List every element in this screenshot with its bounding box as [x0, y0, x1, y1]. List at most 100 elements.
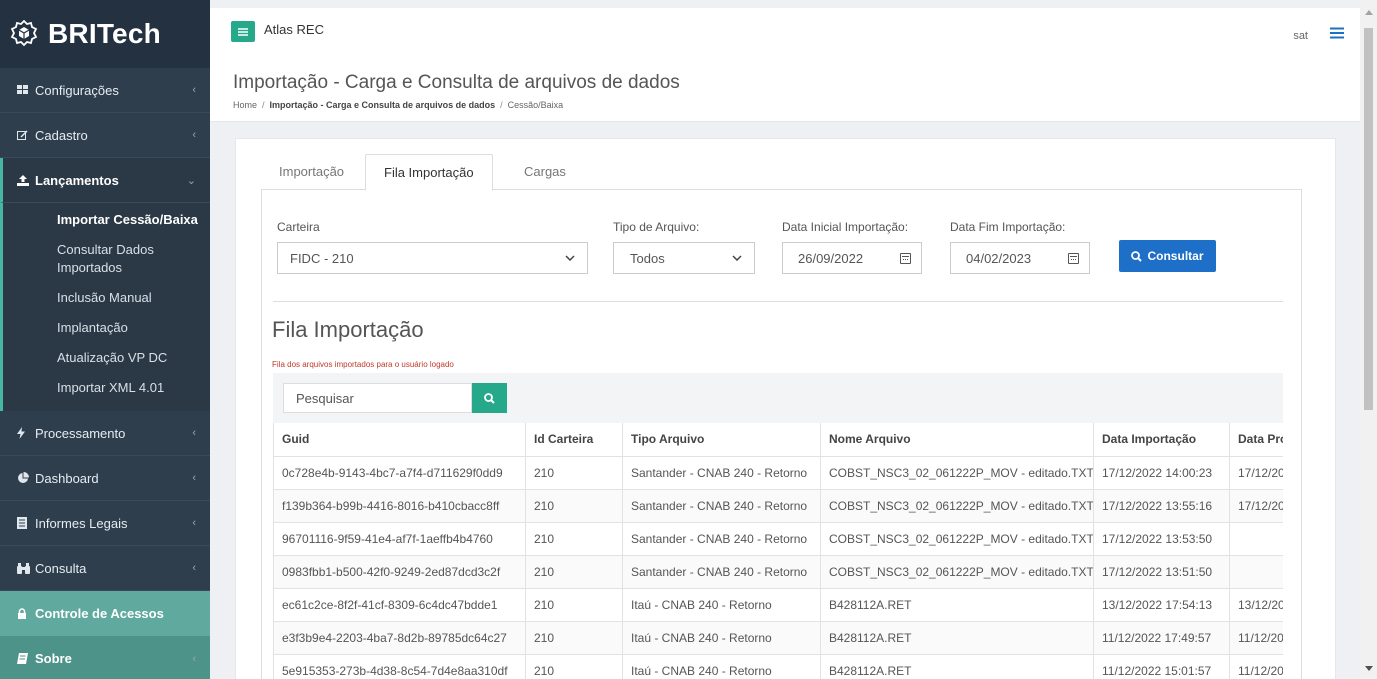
submenu-item-inclusao-manual[interactable]: Inclusão Manual — [3, 283, 210, 313]
sidebar-item-cadastro[interactable]: Cadastro ‹ — [0, 113, 210, 158]
tabs: Importação Fila Importação Cargas — [261, 154, 1302, 191]
chevron-left-icon: ‹ — [192, 427, 196, 439]
table-cell: Santander - CNAB 240 - Retorno — [622, 521, 821, 556]
calendar-icon[interactable] — [900, 252, 911, 264]
sidebar-menu-lower: Processamento ‹ Dashboard ‹ Informes Leg… — [0, 411, 210, 679]
data-fim-label: Data Fim Importação: — [950, 220, 1066, 234]
submenu-item-atualizacao-vp[interactable]: Atualização VP DC — [3, 343, 210, 373]
table-cell: Itaú - CNAB 240 - Retorno — [622, 653, 821, 679]
search-button[interactable] — [472, 383, 507, 413]
breadcrumb-importacao[interactable]: Importação - Carga e Consulta de arquivo… — [270, 100, 496, 110]
divider — [273, 301, 1283, 302]
breadcrumb-current: Cessão/Baixa — [507, 100, 564, 110]
table-cell: Itaú - CNAB 240 - Retorno — [622, 620, 821, 655]
table-cell: B428112A.RET — [820, 620, 1094, 655]
sidebar-item-label: Dashboard — [35, 470, 99, 486]
chevron-left-icon: ‹ — [192, 472, 196, 484]
table-cell: Santander - CNAB 240 - Retorno — [622, 488, 821, 523]
scroll-up-arrow-icon[interactable] — [1365, 10, 1373, 15]
chevron-left-icon: ‹ — [192, 652, 196, 665]
binoculars-icon — [17, 562, 35, 574]
sidebar-item-sobre[interactable]: Sobre ‹ — [0, 636, 210, 679]
sidebar-item-label: Cadastro — [35, 127, 88, 143]
table-cell: 0983fbb1-b500-42f0-9249-2ed87dcd3c2f — [273, 554, 526, 589]
table-row[interactable]: 0c728e4b-9143-4bc7-a7f4-d711629f0dd9 210… — [273, 455, 1283, 490]
chevron-left-icon: ‹ — [192, 84, 196, 96]
submenu-item-implantacao[interactable]: Implantação — [3, 313, 210, 343]
table-cell: 210 — [525, 521, 623, 556]
tipo-arquivo-select[interactable]: Todos — [613, 242, 755, 274]
search-icon — [1131, 250, 1143, 262]
column-header-nome-arquivo[interactable]: Nome Arquivo — [820, 423, 1094, 457]
table-cell: 0c728e4b-9143-4bc7-a7f4-d711629f0dd9 — [273, 455, 526, 490]
chevron-left-icon: ‹ — [192, 129, 196, 141]
table-container: Pesquisar Guid Id Carteira Tipo Arquivo … — [273, 373, 1283, 679]
sidebar-item-lancamentos[interactable]: Lançamentos ⌄ — [0, 158, 210, 203]
tipo-arquivo-label: Tipo de Arquivo: — [613, 220, 700, 234]
sidebar-item-configuracoes[interactable]: Configurações ‹ — [0, 68, 210, 113]
table-row[interactable]: 0983fbb1-b500-42f0-9249-2ed87dcd3c2f 210… — [273, 554, 1283, 589]
page-scrollbar[interactable] — [1360, 0, 1377, 679]
document-icon — [17, 517, 35, 529]
submenu-item-importar-cessao[interactable]: Importar Cessão/Baixa — [3, 205, 210, 235]
sidebar-item-label: Consulta — [35, 560, 87, 576]
brand[interactable]: BRITech — [0, 0, 210, 68]
content-card: Importação Fila Importação Cargas Cartei… — [235, 138, 1336, 679]
submenu-item-consultar-dados[interactable]: Consultar Dados Importados — [3, 235, 210, 283]
column-header-guid[interactable]: Guid — [273, 423, 526, 457]
tipo-arquivo-value: Todos — [630, 250, 665, 266]
table-row[interactable]: 5e915353-273b-4d38-8c54-7d4e8aa310df 210… — [273, 653, 1283, 679]
table-header-row: Guid Id Carteira Tipo Arquivo Nome Arqui… — [273, 423, 1283, 457]
table-cell: 11/12/2022 — [1229, 653, 1283, 679]
tab-importacao[interactable]: Importação — [261, 154, 362, 190]
chevron-left-icon: ‹ — [192, 562, 196, 574]
table-cell: 11/12/2022 15:01:57 — [1093, 653, 1230, 679]
topbar: Atlas REC sat — [210, 0, 1360, 62]
table-cell: 210 — [525, 653, 623, 679]
table-row[interactable]: f139b364-b99b-4416-8016-b410cbacc8ff 210… — [273, 488, 1283, 523]
data-inicial-input[interactable]: 26/09/2022 — [782, 242, 922, 274]
data-fim-input[interactable]: 04/02/2023 — [950, 242, 1090, 274]
table-cell: Santander - CNAB 240 - Retorno — [622, 455, 821, 490]
carteira-select[interactable]: FIDC - 210 — [277, 242, 588, 274]
search-bar: Pesquisar — [273, 373, 1283, 423]
consultar-button[interactable]: Consultar — [1119, 240, 1216, 272]
table-cell: COBST_NSC3_02_061222P_MOV - editado.TXT — [820, 521, 1094, 556]
table-cell: 17/12/2022 13:51:50 — [1093, 554, 1230, 589]
page-title: Importação - Carga e Consulta de arquivo… — [233, 72, 680, 93]
table-cell: 17/12/2022 14:00:23 — [1093, 455, 1230, 490]
table-cell: B428112A.RET — [820, 653, 1094, 679]
breadcrumb-home[interactable]: Home — [233, 100, 257, 110]
user-menu-icon[interactable] — [1330, 26, 1344, 44]
search-placeholder: Pesquisar — [296, 390, 354, 406]
tab-fila-importacao[interactable]: Fila Importação — [365, 154, 493, 191]
table-cell: 210 — [525, 620, 623, 655]
scroll-down-arrow-icon[interactable] — [1365, 666, 1373, 671]
table-cell: 11/12/2022 17:49:57 — [1093, 620, 1230, 655]
tab-cargas[interactable]: Cargas — [506, 154, 584, 190]
table-row[interactable]: 96701116-9f59-41e4-af7f-1aeffb4b4760 210… — [273, 521, 1283, 556]
table-cell: 5e915353-273b-4d38-8c54-7d4e8aa310df — [273, 653, 526, 679]
search-input[interactable]: Pesquisar — [283, 383, 472, 413]
column-header-data-importacao[interactable]: Data Importação — [1093, 423, 1230, 457]
table-cell: 96701116-9f59-41e4-af7f-1aeffb4b4760 — [273, 521, 526, 556]
user-name[interactable]: sat — [1293, 30, 1308, 42]
table-row[interactable]: e3f3b9e4-2203-4ba7-8d2b-89785dc64c27 210… — [273, 620, 1283, 655]
column-header-data-processamento[interactable]: Data Processamento — [1229, 423, 1283, 457]
sidebar-item-controle-acessos[interactable]: Controle de Acessos — [0, 591, 210, 636]
column-header-id-carteira[interactable]: Id Carteira — [525, 423, 623, 457]
book-icon — [17, 653, 35, 664]
calendar-icon[interactable] — [1068, 252, 1079, 264]
submenu-item-importar-xml[interactable]: Importar XML 4.01 — [3, 373, 210, 403]
menu-toggle-button[interactable] — [231, 21, 255, 42]
section-subtitle: Fila dos arquivos importados para o usuá… — [272, 360, 454, 369]
column-header-tipo-arquivo[interactable]: Tipo Arquivo — [622, 423, 821, 457]
sidebar-item-informes-legais[interactable]: Informes Legais ‹ — [0, 501, 210, 546]
sidebar-item-dashboard[interactable]: Dashboard ‹ — [0, 456, 210, 501]
scroll-thumb[interactable] — [1364, 28, 1373, 410]
table-row[interactable]: ec61c2ce-8f2f-41cf-8309-6c4dc47bdde1 210… — [273, 587, 1283, 622]
sidebar-item-processamento[interactable]: Processamento ‹ — [0, 411, 210, 456]
bolt-icon — [17, 427, 35, 439]
table-cell: e3f3b9e4-2203-4ba7-8d2b-89785dc64c27 — [273, 620, 526, 655]
sidebar-item-consulta[interactable]: Consulta ‹ — [0, 546, 210, 591]
